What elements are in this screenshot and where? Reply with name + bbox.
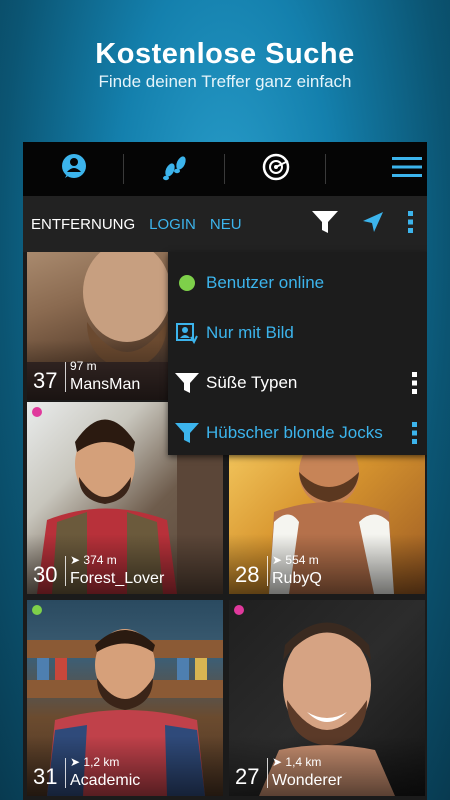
profile-icon [59,152,89,187]
distance-value: 1,4 km [285,755,322,769]
distance-value: 554 m [285,553,319,567]
photo-profile-icon [168,322,206,344]
distance-value: 374 m [83,553,117,567]
footprints-icon [159,153,191,186]
filter-icon [168,421,206,445]
profile-card[interactable]: 27 ➤ 1,4 km Wonderer [229,600,425,796]
sort-bar: ENTFERNUNG LOGIN NEU [23,196,427,252]
top-navigation-bar [23,142,427,196]
menu-item-saved-filter[interactable]: Hübscher blonde Jocks [168,408,427,458]
profile-username: Academic [70,772,141,789]
profile-distance: 97 m [70,359,97,373]
profile-age: 30 [33,562,58,587]
hamburger-menu-button[interactable] [326,142,427,196]
menu-item-with-photo[interactable]: Nur mit Bild [168,308,427,358]
more-vertical-icon[interactable] [407,210,415,238]
status-dot [234,605,244,615]
tab-neu[interactable]: NEU [210,216,242,233]
profile-distance: ➤ 374 m [70,553,117,567]
headline: Kostenlose Suche [95,38,355,70]
more-vertical-icon[interactable] [411,371,419,400]
profile-username: Wonderer [272,772,342,789]
profile-username: Forest_Lover [70,570,165,587]
radar-icon [261,152,291,187]
menu-item-saved-filter[interactable]: Süße Typen [168,358,427,408]
profile-age: 37 [33,368,58,393]
menu-item-label: Hübscher blonde Jocks [206,423,383,442]
menu-item-label: Süße Typen [206,373,298,392]
profile-distance: ➤ 554 m [272,553,319,567]
menu-item-label: Benutzer online [206,273,325,292]
tab-entfernung[interactable]: ENTFERNUNG [31,216,135,233]
location-arrow-icon[interactable] [361,210,385,238]
distance-value: 1,2 km [83,755,120,769]
menu-item-label: Nur mit Bild [206,323,294,342]
tab-profile[interactable] [23,142,124,196]
more-vertical-icon[interactable] [411,421,419,450]
green-dot-icon [168,274,206,292]
profile-age: 27 [235,764,260,789]
profile-card[interactable]: 31 ➤ 1,2 km Academic [27,600,223,796]
menu-item-online[interactable]: Benutzer online [168,258,427,308]
profile-username: RubyQ [272,570,322,587]
subline: Finde deinen Treffer ganz einfach [98,72,352,91]
filter-icon [168,371,206,395]
tab-footprints[interactable] [124,142,225,196]
tab-radar[interactable] [225,142,326,196]
app-screen: ENTFERNUNG LOGIN NEU 37 97 m MansMan 30 … [23,142,427,800]
tab-login[interactable]: LOGIN [149,216,196,233]
filter-dropdown-menu: Benutzer online Nur mit Bild Süße Typen [168,252,427,455]
filter-icon[interactable] [311,209,339,239]
profile-distance: ➤ 1,2 km [70,755,120,769]
profile-distance: ➤ 1,4 km [272,755,322,769]
profile-card[interactable]: 28 ➤ 554 m RubyQ [229,452,425,594]
hamburger-menu-icon [391,155,422,184]
profile-age: 28 [235,562,260,587]
status-dot [32,407,42,417]
status-dot [32,605,42,615]
profile-username: MansMan [70,376,141,393]
profile-age: 31 [33,764,58,789]
